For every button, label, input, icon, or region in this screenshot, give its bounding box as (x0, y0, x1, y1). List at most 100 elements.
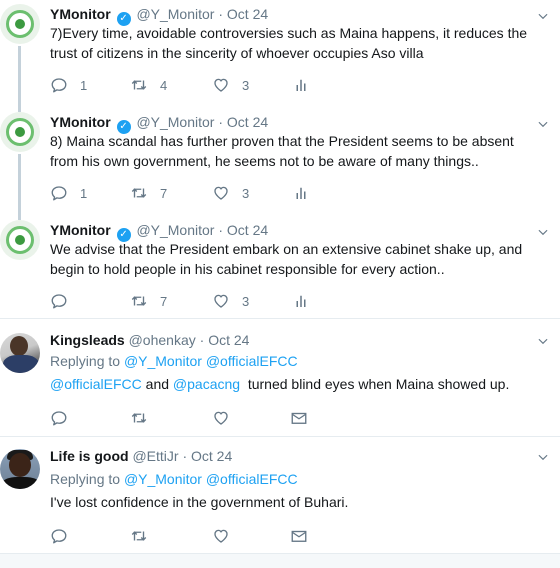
retweet-count: 7 (160, 293, 168, 309)
reply-button[interactable]: 1 (50, 183, 87, 203)
reply-button[interactable] (50, 291, 80, 311)
retweet-count: 4 (160, 77, 168, 93)
timestamp[interactable]: Oct 24 (227, 114, 268, 130)
retweet-icon (130, 409, 148, 427)
replying-to: Replying to @Y_Monitor @officialEFCC (50, 470, 298, 488)
tweet-actions (50, 526, 350, 546)
tweet-text: 8) Maina scandal has further proven that… (50, 133, 514, 169)
reply-icon (50, 184, 68, 202)
avatar[interactable] (0, 220, 40, 260)
reply-count: 1 (80, 185, 88, 201)
separator: · (218, 114, 224, 130)
retweet-button[interactable] (130, 408, 148, 428)
replying-to-label: Replying to (50, 471, 121, 487)
direct-message-button[interactable] (290, 526, 308, 546)
analytics-icon (292, 184, 310, 202)
retweet-button[interactable] (130, 526, 148, 546)
heart-icon (212, 292, 230, 310)
retweet-button[interactable]: 4 (130, 75, 167, 95)
retweet-button[interactable]: 7 (130, 183, 167, 203)
like-count: 3 (242, 77, 250, 93)
username[interactable]: @Y_Monitor (136, 114, 214, 130)
tweet-item[interactable]: Life is good @EttiJr · Oct 24 Replying t… (0, 437, 560, 554)
envelope-icon (290, 527, 308, 545)
text-fragment: turned blind eyes when Maina showed up. (240, 376, 510, 392)
envelope-icon (290, 409, 308, 427)
tweet-text: @officialEFCC and @pacacng turned blind … (50, 374, 530, 394)
separator: · (199, 332, 205, 348)
reply-button[interactable]: 1 (50, 75, 87, 95)
avatar[interactable] (0, 4, 40, 44)
timestamp[interactable]: Oct 24 (191, 448, 232, 464)
display-name[interactable]: YMonitor (50, 114, 111, 130)
reply-icon (50, 409, 68, 427)
avatar[interactable] (0, 333, 40, 373)
analytics-icon (292, 76, 310, 94)
separator: · (182, 448, 188, 464)
heart-icon (212, 184, 230, 202)
reply-count: 1 (80, 77, 88, 93)
username[interactable]: @Y_Monitor (136, 6, 214, 22)
retweet-icon (130, 184, 148, 202)
replying-to-mentions[interactable]: @Y_Monitor @officialEFCC (124, 471, 298, 487)
tweet-item[interactable]: YMonitor ✓ @Y_Monitor · Oct 24 7)Every t… (0, 0, 560, 108)
username[interactable]: @ohenkay (129, 332, 196, 348)
chevron-down-icon[interactable] (536, 450, 550, 464)
page-footer-strip (0, 554, 560, 568)
display-name[interactable]: YMonitor (50, 6, 111, 22)
tweet-item[interactable]: YMonitor ✓ @Y_Monitor · Oct 24 8) Maina … (0, 108, 560, 216)
reply-icon (50, 527, 68, 545)
username[interactable]: @Y_Monitor (136, 222, 214, 238)
retweet-icon (130, 292, 148, 310)
reply-icon (50, 76, 68, 94)
mention-link[interactable]: @officialEFCC (50, 376, 142, 392)
tweet-item[interactable]: Kingsleads @ohenkay · Oct 24 Replying to… (0, 319, 560, 436)
tweet-actions (50, 408, 350, 428)
analytics-button[interactable] (292, 291, 310, 311)
heart-icon (212, 76, 230, 94)
like-count: 3 (242, 185, 250, 201)
timestamp[interactable]: Oct 24 (208, 332, 249, 348)
reply-button[interactable] (50, 408, 68, 428)
heart-icon (212, 409, 230, 427)
tweet-actions: 1 7 3 (50, 183, 350, 203)
tweet-header: Life is good @EttiJr · Oct 24 (50, 447, 232, 465)
chevron-down-icon[interactable] (536, 225, 550, 239)
mention-link[interactable]: @pacacng (173, 376, 240, 392)
timestamp[interactable]: Oct 24 (227, 6, 268, 22)
avatar[interactable] (0, 112, 40, 152)
like-button[interactable] (212, 408, 230, 428)
text-fragment: and (141, 376, 173, 392)
tweet-actions: 1 4 3 (50, 75, 350, 95)
chevron-down-icon[interactable] (536, 117, 550, 131)
reply-icon (50, 292, 68, 310)
replying-to-mentions[interactable]: @Y_Monitor @officialEFCC (124, 353, 298, 369)
like-button[interactable]: 3 (212, 183, 249, 203)
chevron-down-icon[interactable] (536, 334, 550, 348)
retweet-button[interactable]: 7 (130, 291, 167, 311)
direct-message-button[interactable] (290, 408, 308, 428)
analytics-button[interactable] (292, 183, 310, 203)
tweet-text: We advise that the President embark on a… (50, 241, 523, 277)
avatar[interactable] (0, 449, 40, 489)
display-name[interactable]: Kingsleads (50, 332, 125, 348)
tweet-text: 7)Every time, avoidable controversies su… (50, 25, 528, 61)
like-button[interactable]: 3 (212, 291, 249, 311)
retweet-icon (130, 527, 148, 545)
chevron-down-icon[interactable] (536, 9, 550, 23)
separator: · (218, 6, 224, 22)
reply-button[interactable] (50, 526, 68, 546)
heart-icon (212, 527, 230, 545)
username[interactable]: @EttiJr (132, 448, 178, 464)
like-button[interactable] (212, 526, 230, 546)
display-name[interactable]: YMonitor (50, 222, 111, 238)
tweet-item[interactable]: YMonitor ✓ @Y_Monitor · Oct 24 We advise… (0, 216, 560, 318)
retweet-count: 7 (160, 185, 168, 201)
tweet-header: Kingsleads @ohenkay · Oct 24 (50, 331, 249, 349)
analytics-button[interactable] (292, 75, 310, 95)
timestamp[interactable]: Oct 24 (227, 222, 268, 238)
replying-to-label: Replying to (50, 353, 121, 369)
display-name[interactable]: Life is good (50, 448, 129, 464)
like-button[interactable]: 3 (212, 75, 249, 95)
like-count: 3 (242, 293, 250, 309)
